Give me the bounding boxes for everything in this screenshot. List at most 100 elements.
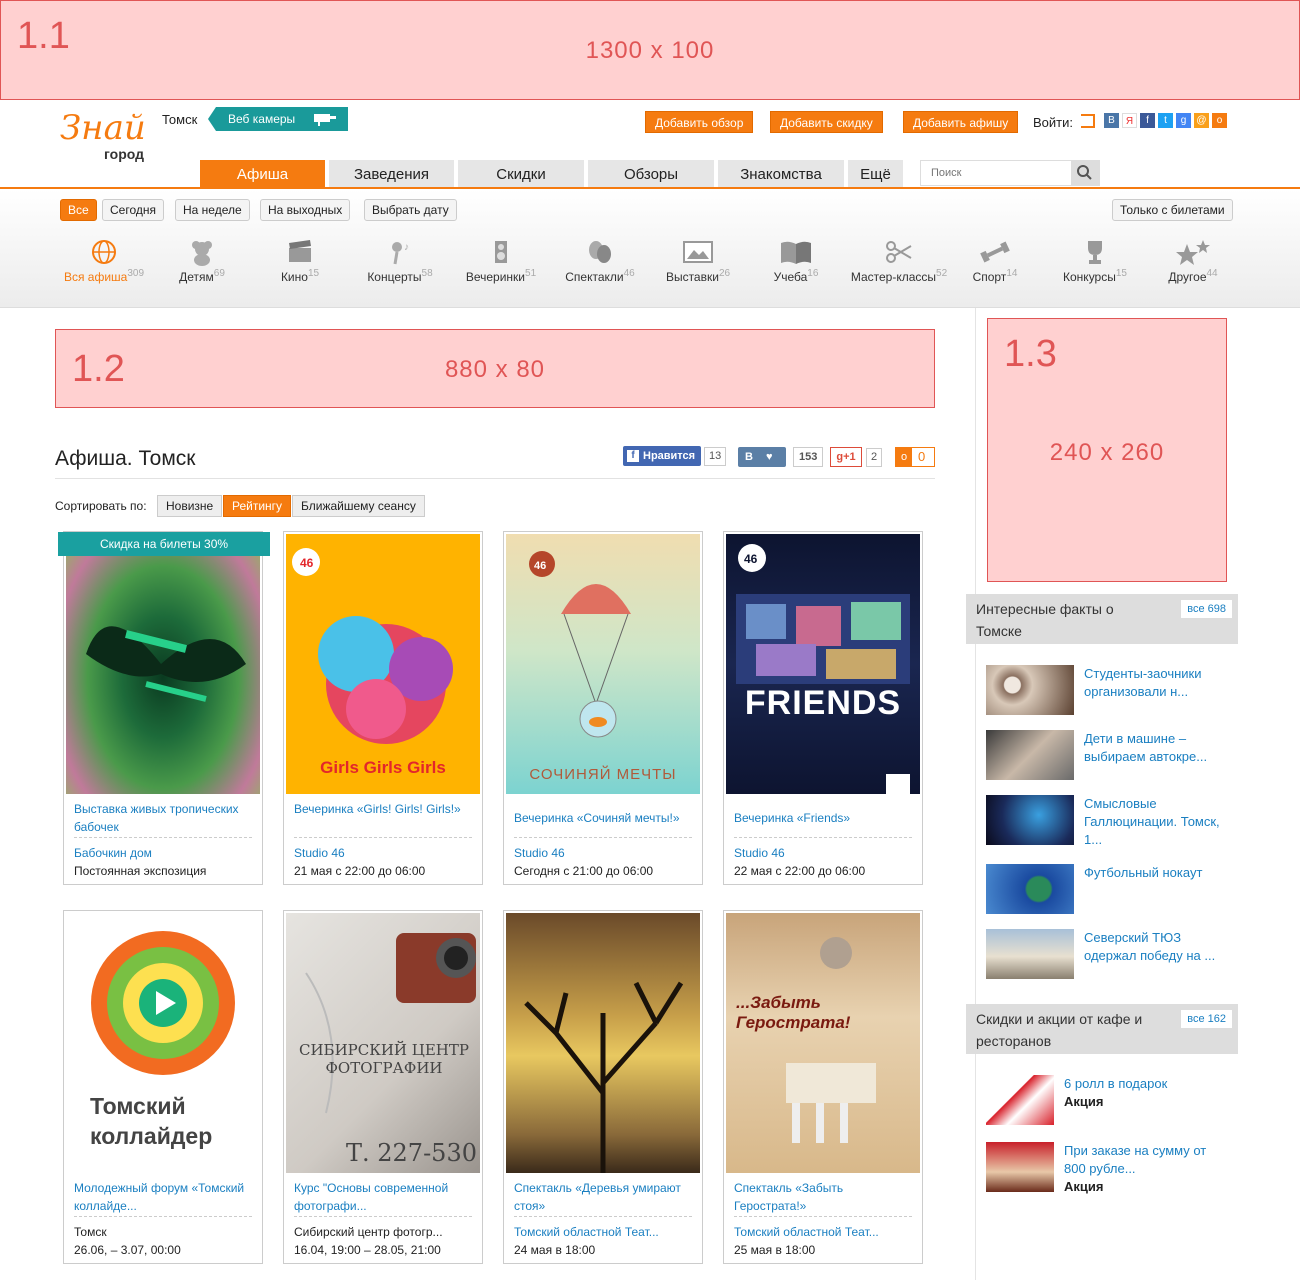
- category-count: 58: [421, 268, 433, 279]
- facebook-icon[interactable]: f: [1140, 113, 1155, 128]
- event-card[interactable]: Томский коллайдер Молодежный форум «Томс…: [63, 910, 263, 1264]
- site-logo[interactable]: Знай город: [60, 108, 170, 164]
- category-exhibitions[interactable]: Выставки26: [658, 236, 738, 284]
- twitter-icon[interactable]: t: [1158, 113, 1173, 128]
- tab-places[interactable]: Заведения: [329, 160, 454, 188]
- event-title[interactable]: Выставка живых тропических бабочек: [74, 800, 254, 838]
- category-parties[interactable]: Вечеринки51: [456, 236, 546, 284]
- odnoklassniki-icon[interactable]: о: [1212, 113, 1227, 128]
- google-icon[interactable]: g: [1176, 113, 1191, 128]
- event-card[interactable]: СИБИРСКИЙ ЦЕНТР ФОТОГРАФИИ Т. 227-530 Ку…: [283, 910, 483, 1264]
- sort-nearest[interactable]: Ближайшему сеансу: [292, 495, 425, 517]
- ad-size: 880 x 80: [444, 356, 546, 383]
- event-title[interactable]: Спектакль «Деревья умирают стоя»: [514, 1179, 694, 1217]
- category-sport[interactable]: Спорт14: [965, 236, 1025, 284]
- category-count: 51: [525, 268, 537, 279]
- fact-link[interactable]: Смысловые Галлюцинации. Томск, 1...: [1084, 795, 1234, 849]
- category-contests[interactable]: Конкурсы15: [1054, 236, 1136, 284]
- add-review-button[interactable]: Добавить обзор: [645, 111, 754, 133]
- dumbbell-icon: [980, 241, 1010, 263]
- gplus-button[interactable]: g+1: [830, 447, 862, 467]
- event-title[interactable]: Вечеринка «Friends»: [734, 809, 914, 847]
- tab-dating[interactable]: Знакомства: [718, 160, 844, 188]
- add-event-button[interactable]: Добавить афишу: [903, 111, 1019, 133]
- category-masterclasses[interactable]: Мастер-классы52: [843, 236, 955, 284]
- category-concerts[interactable]: ♪ Концерты58: [358, 236, 442, 284]
- promos-title: Скидки и акции от кафе и ресторанов: [976, 1011, 1143, 1049]
- promo-type: Акция: [1064, 1179, 1104, 1194]
- event-card[interactable]: Спектакль «Деревья умирают стоя» Томский…: [503, 910, 703, 1264]
- event-title[interactable]: Курс "Основы современной фотографи...: [294, 1179, 474, 1217]
- svg-text:46: 46: [534, 560, 546, 572]
- vk-like-button[interactable]: В ♥: [738, 447, 786, 467]
- ok-like-button[interactable]: о 0: [895, 447, 935, 467]
- event-venue[interactable]: Томский областной Теат...: [514, 1225, 659, 1239]
- filter-weekend[interactable]: На выходных: [260, 199, 351, 221]
- filter-week[interactable]: На неделе: [175, 199, 250, 221]
- page-title: Афиша. Томск: [55, 447, 196, 470]
- promo-link[interactable]: При заказе на сумму от 800 рубле...: [1064, 1142, 1214, 1178]
- add-discount-button[interactable]: Добавить скидку: [770, 111, 883, 133]
- tab-reviews[interactable]: Обзоры: [588, 160, 714, 188]
- fact-link[interactable]: Дети в машине – выбираем автокре...: [1084, 730, 1234, 766]
- filter-pick-date[interactable]: Выбрать дату: [364, 199, 457, 221]
- search-button[interactable]: [1071, 161, 1099, 185]
- sort-rating[interactable]: Рейтингу: [223, 495, 292, 517]
- yandex-icon[interactable]: Я: [1122, 113, 1137, 128]
- event-card[interactable]: ...Забыть Герострата! Спектакль «Забыть …: [723, 910, 923, 1264]
- tab-discounts[interactable]: Скидки: [458, 160, 584, 188]
- event-card[interactable]: 46 FRIENDS Вечеринка «Friends» Studio 46…: [723, 531, 923, 885]
- event-card[interactable]: Скидка на билеты 30% Выставка живых троп…: [58, 531, 270, 885]
- category-theatre[interactable]: Спектакли46: [555, 236, 645, 284]
- vk-icon: В: [745, 451, 753, 463]
- event-card[interactable]: 46 СОЧИНЯЙ МЕЧТЫ Вечеринка «Сочиняй мечт…: [503, 531, 703, 885]
- facts-title: Интересные факты о Томске: [976, 601, 1114, 639]
- category-other[interactable]: Другое44: [1160, 236, 1226, 284]
- event-title[interactable]: Спектакль «Забыть Герострата!»: [734, 1179, 914, 1217]
- event-venue[interactable]: Studio 46: [734, 846, 785, 860]
- svg-text:46: 46: [300, 556, 314, 570]
- promo-thumbnail: [986, 1142, 1054, 1192]
- globe-icon: [92, 240, 116, 264]
- fact-link[interactable]: Студенты-заочники организовали н...: [1084, 665, 1234, 701]
- category-kids[interactable]: Детям69: [170, 236, 234, 284]
- event-venue[interactable]: Бабочкин дом: [74, 846, 152, 860]
- tab-more[interactable]: Ещё: [848, 160, 903, 188]
- category-all[interactable]: Вся афиша309: [58, 236, 150, 284]
- fb-like-button[interactable]: f Нравится: [623, 446, 702, 466]
- category-education[interactable]: Учеба16: [765, 236, 827, 284]
- event-title[interactable]: Вечеринка «Girls! Girls! Girls!»: [294, 800, 474, 838]
- tab-afisha[interactable]: Афиша: [200, 160, 325, 188]
- ad-banner-content[interactable]: 1.2 880 x 80: [55, 329, 935, 408]
- event-venue[interactable]: Studio 46: [514, 846, 565, 860]
- facts-all-link[interactable]: все 698: [1181, 600, 1232, 618]
- category-count: 16: [807, 268, 819, 279]
- promos-all-link[interactable]: все 162: [1181, 1010, 1232, 1028]
- heart-icon: ♥: [766, 451, 773, 463]
- theatre-masks-icon: [589, 241, 611, 263]
- ad-banner-top[interactable]: 1.1 1300 x 100: [0, 0, 1300, 100]
- fact-link[interactable]: Северский ТЮЗ одержал победу на ...: [1084, 929, 1234, 965]
- event-card[interactable]: 46 Girls Girls Girls Вечеринка «Girls! G…: [283, 531, 483, 885]
- mailru-icon[interactable]: @: [1194, 113, 1209, 128]
- vk-icon[interactable]: В: [1104, 113, 1119, 128]
- category-cinema[interactable]: Кино15: [270, 236, 330, 284]
- filter-all[interactable]: Все: [60, 199, 97, 221]
- event-venue[interactable]: Studio 46: [294, 846, 345, 860]
- filter-today[interactable]: Сегодня: [102, 199, 164, 221]
- search-input[interactable]: [921, 161, 1071, 185]
- event-venue[interactable]: Томский областной Теат...: [734, 1225, 879, 1239]
- fact-thumbnail: [986, 730, 1074, 780]
- city-selector[interactable]: Томск: [162, 112, 197, 127]
- promo-link[interactable]: 6 ролл в подарок: [1064, 1075, 1214, 1093]
- sort-newest[interactable]: Новизне: [157, 495, 223, 517]
- event-title[interactable]: Вечеринка «Сочиняй мечты!»: [514, 809, 694, 847]
- category-label: Учеба: [773, 270, 808, 284]
- login-icon[interactable]: [1081, 114, 1095, 128]
- event-venue: Сибирский центр фотогр...: [294, 1225, 443, 1239]
- event-title[interactable]: Молодежный форум «Томский коллайде...: [74, 1179, 254, 1217]
- fact-link[interactable]: Футбольный нокаут: [1084, 864, 1234, 882]
- webcam-button[interactable]: Веб камеры: [208, 107, 348, 131]
- ad-banner-sidebar[interactable]: 1.3 240 x 260: [987, 318, 1227, 582]
- filter-tickets-only[interactable]: Только с билетами: [1112, 199, 1233, 221]
